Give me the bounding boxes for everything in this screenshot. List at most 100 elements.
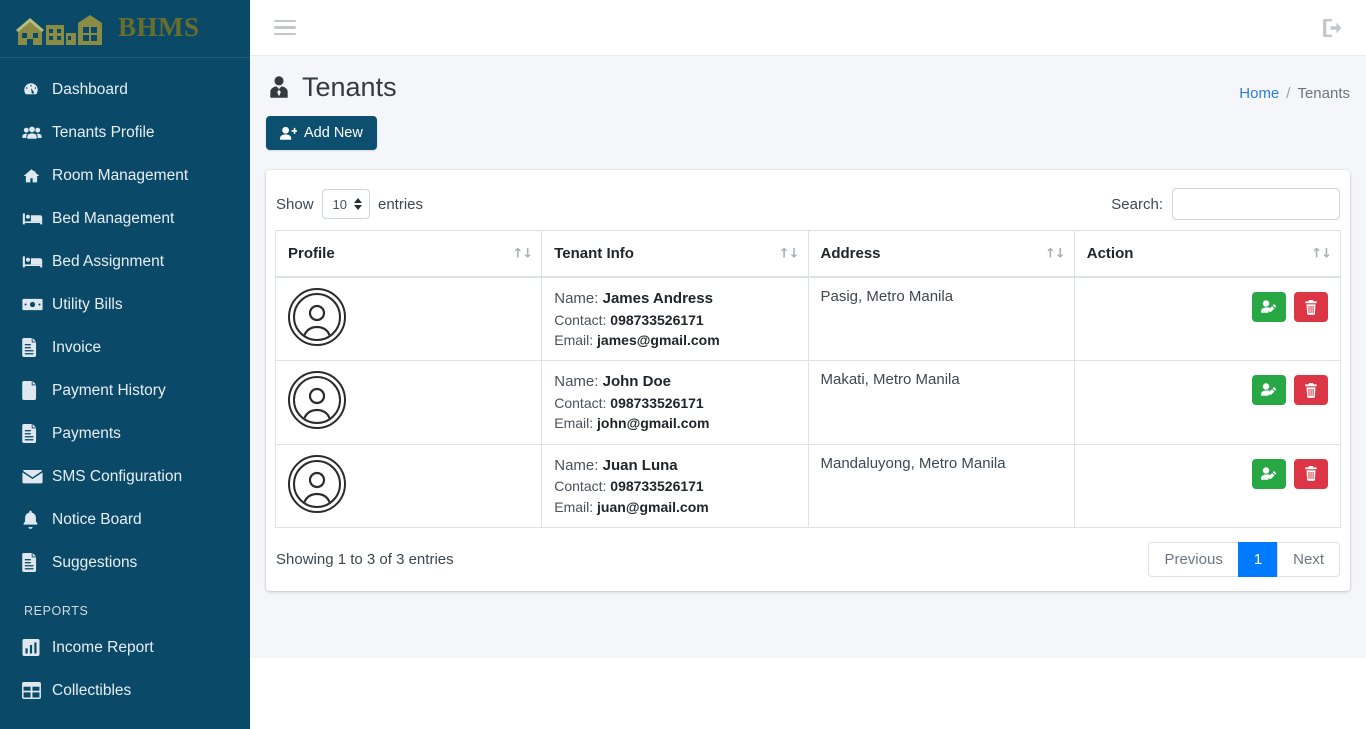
sidebar-item-utility-bills[interactable]: Utility Bills	[0, 283, 250, 326]
sidebar-item-bed-management[interactable]: Bed Management	[0, 197, 250, 240]
tenant-email: james@gmail.com	[597, 332, 720, 349]
user-avatar-placeholder-icon	[293, 459, 341, 508]
sidebar-item-label: Room Management	[52, 166, 189, 184]
datatable-controls: Show 10 entries Search:	[275, 180, 1341, 230]
sort-icon[interactable]: ↑↓	[512, 246, 533, 261]
entries-length-select[interactable]: 10	[321, 189, 370, 219]
app-root: BHMS Dashboard Tenants Profile Room Mana	[0, 0, 1366, 729]
datatable-footer: Showing 1 to 3 of 3 entries Previous 1 N…	[275, 528, 1341, 591]
avatar	[288, 288, 346, 346]
cell-tenant-info: Name: Juan Luna Contact: 098733526171 Em…	[541, 443, 809, 529]
breadcrumb-separator: /	[1286, 85, 1291, 102]
edit-tenant-button[interactable]	[1252, 292, 1286, 322]
tenant-name-line: Name: James Andress	[554, 288, 795, 310]
file-icon	[22, 381, 52, 400]
tenant-name: Juan Luna	[602, 456, 678, 474]
tachometer-icon	[22, 81, 52, 99]
envelope-icon	[22, 469, 52, 485]
buildings-logo-icon	[14, 9, 124, 49]
contact-label: Contact:	[554, 478, 607, 495]
delete-tenant-button[interactable]	[1294, 458, 1328, 489]
search-control: Search:	[1111, 188, 1340, 220]
tenant-name-line: Name: Juan Luna	[554, 455, 795, 477]
cell-address: Pasig, Metro Manila	[807, 276, 1075, 362]
breadcrumb-home-link[interactable]: Home	[1239, 85, 1279, 102]
sidebar-item-label: Bed Management	[52, 209, 175, 227]
cell-tenant-info: Name: James Andress Contact: 09873352617…	[541, 276, 809, 362]
breadcrumb-current: Tenants	[1297, 85, 1350, 102]
action-buttons	[1087, 371, 1328, 406]
sidebar-item-bed-assignment[interactable]: Bed Assignment	[0, 240, 250, 283]
pagination-page-1[interactable]: 1	[1237, 542, 1278, 578]
column-header-label: Profile	[288, 245, 335, 262]
action-buttons	[1087, 288, 1328, 322]
user-edit-icon	[1261, 466, 1277, 481]
add-new-button[interactable]: Add New	[266, 116, 377, 150]
sort-icon[interactable]: ↑↓	[1311, 246, 1332, 261]
sidebar-item-dashboard[interactable]: Dashboard	[0, 68, 250, 111]
column-header-label: Action	[1086, 245, 1134, 262]
name-label: Name:	[554, 290, 599, 307]
sidebar-item-income-report[interactable]: Income Report	[0, 626, 250, 669]
users-icon	[22, 124, 52, 142]
user-avatar-placeholder-icon	[293, 293, 341, 341]
edit-tenant-button[interactable]	[1252, 375, 1286, 406]
bell-icon	[22, 510, 52, 529]
sidebar-item-label: Notice Board	[52, 510, 142, 528]
entries-length-value: 10	[332, 196, 347, 212]
tenants-table-body: Name: James Andress Contact: 09873352617…	[274, 276, 1342, 529]
edit-tenant-button[interactable]	[1252, 458, 1286, 489]
sidebar-item-payment-history[interactable]: Payment History	[0, 369, 250, 412]
tenant-contact-line: Contact: 098733526171	[554, 476, 795, 496]
sidebar-item-collectibles[interactable]: Collectibles	[0, 669, 250, 712]
sidebar-item-tenants-profile[interactable]: Tenants Profile	[0, 111, 250, 154]
sidebar-item-invoice[interactable]: Invoice	[0, 326, 250, 369]
tenants-card: Show 10 entries Search: Profile ↑↓ Tenan…	[266, 170, 1350, 592]
sidebar-item-label: Payment History	[52, 381, 166, 399]
cell-profile	[274, 276, 543, 362]
delete-tenant-button[interactable]	[1294, 375, 1328, 406]
column-header-tenant-info[interactable]: Tenant Info ↑↓	[541, 230, 809, 278]
cell-action	[1073, 443, 1342, 529]
user-avatar-placeholder-icon	[293, 376, 341, 425]
add-new-button-label: Add New	[304, 125, 363, 141]
pagination-next[interactable]: Next	[1277, 542, 1340, 578]
sidebar-item-suggestions[interactable]: Suggestions	[0, 541, 250, 584]
sort-icon[interactable]: ↑↓	[1045, 246, 1066, 261]
delete-tenant-button[interactable]	[1294, 292, 1328, 322]
avatar	[288, 454, 346, 513]
tenants-table: Profile ↑↓ Tenant Info ↑↓ Address ↑↓ Act…	[274, 230, 1342, 529]
sidebar-item-label: SMS Configuration	[52, 467, 183, 485]
show-label: Show	[276, 195, 314, 213]
table-icon	[22, 682, 52, 699]
sidebar-section-reports: REPORTS	[24, 604, 89, 618]
pagination-previous[interactable]: Previous	[1148, 542, 1238, 578]
search-input[interactable]	[1172, 188, 1340, 220]
sign-out-icon[interactable]	[1322, 18, 1344, 38]
column-header-label: Address	[820, 245, 881, 262]
entries-length-control: Show 10 entries	[276, 189, 423, 219]
chevron-updown-icon	[354, 198, 362, 210]
column-header-address[interactable]: Address ↑↓	[808, 230, 1075, 278]
page-header: Tenants Home / Tenants	[266, 56, 1350, 103]
sidebar-item-sms-configuration[interactable]: SMS Configuration	[0, 455, 250, 498]
sidebar-item-notice-board[interactable]: Notice Board	[0, 498, 250, 541]
sidebar-item-room-management[interactable]: Room Management	[0, 154, 250, 197]
sidebar-item-payments[interactable]: Payments	[0, 412, 250, 455]
table-row: Name: James Andress Contact: 09873352617…	[274, 276, 1342, 362]
column-header-profile[interactable]: Profile ↑↓	[274, 230, 543, 278]
hamburger-icon[interactable]	[274, 16, 296, 40]
tenant-email-line: Email: juan@gmail.com	[554, 497, 795, 517]
table-header-row: Profile ↑↓ Tenant Info ↑↓ Address ↑↓ Act…	[274, 230, 1342, 278]
sidebar-item-label: Bed Assignment	[52, 252, 165, 270]
tenant-contact-line: Contact: 098733526171	[554, 393, 795, 413]
sidebar: BHMS Dashboard Tenants Profile Room Mana	[0, 0, 250, 729]
brand-logo-area[interactable]: BHMS	[0, 0, 250, 58]
chart-bar-icon	[22, 639, 52, 656]
column-header-action[interactable]: Action ↑↓	[1074, 230, 1342, 278]
email-label: Email:	[554, 332, 594, 349]
table-row: Name: Juan Luna Contact: 098733526171 Em…	[274, 443, 1342, 529]
main-area: Tenants Home / Tenants Add New Show 10 e…	[250, 0, 1366, 729]
sort-icon[interactable]: ↑↓	[779, 246, 800, 261]
tenant-email-line: Email: john@gmail.com	[554, 413, 795, 433]
